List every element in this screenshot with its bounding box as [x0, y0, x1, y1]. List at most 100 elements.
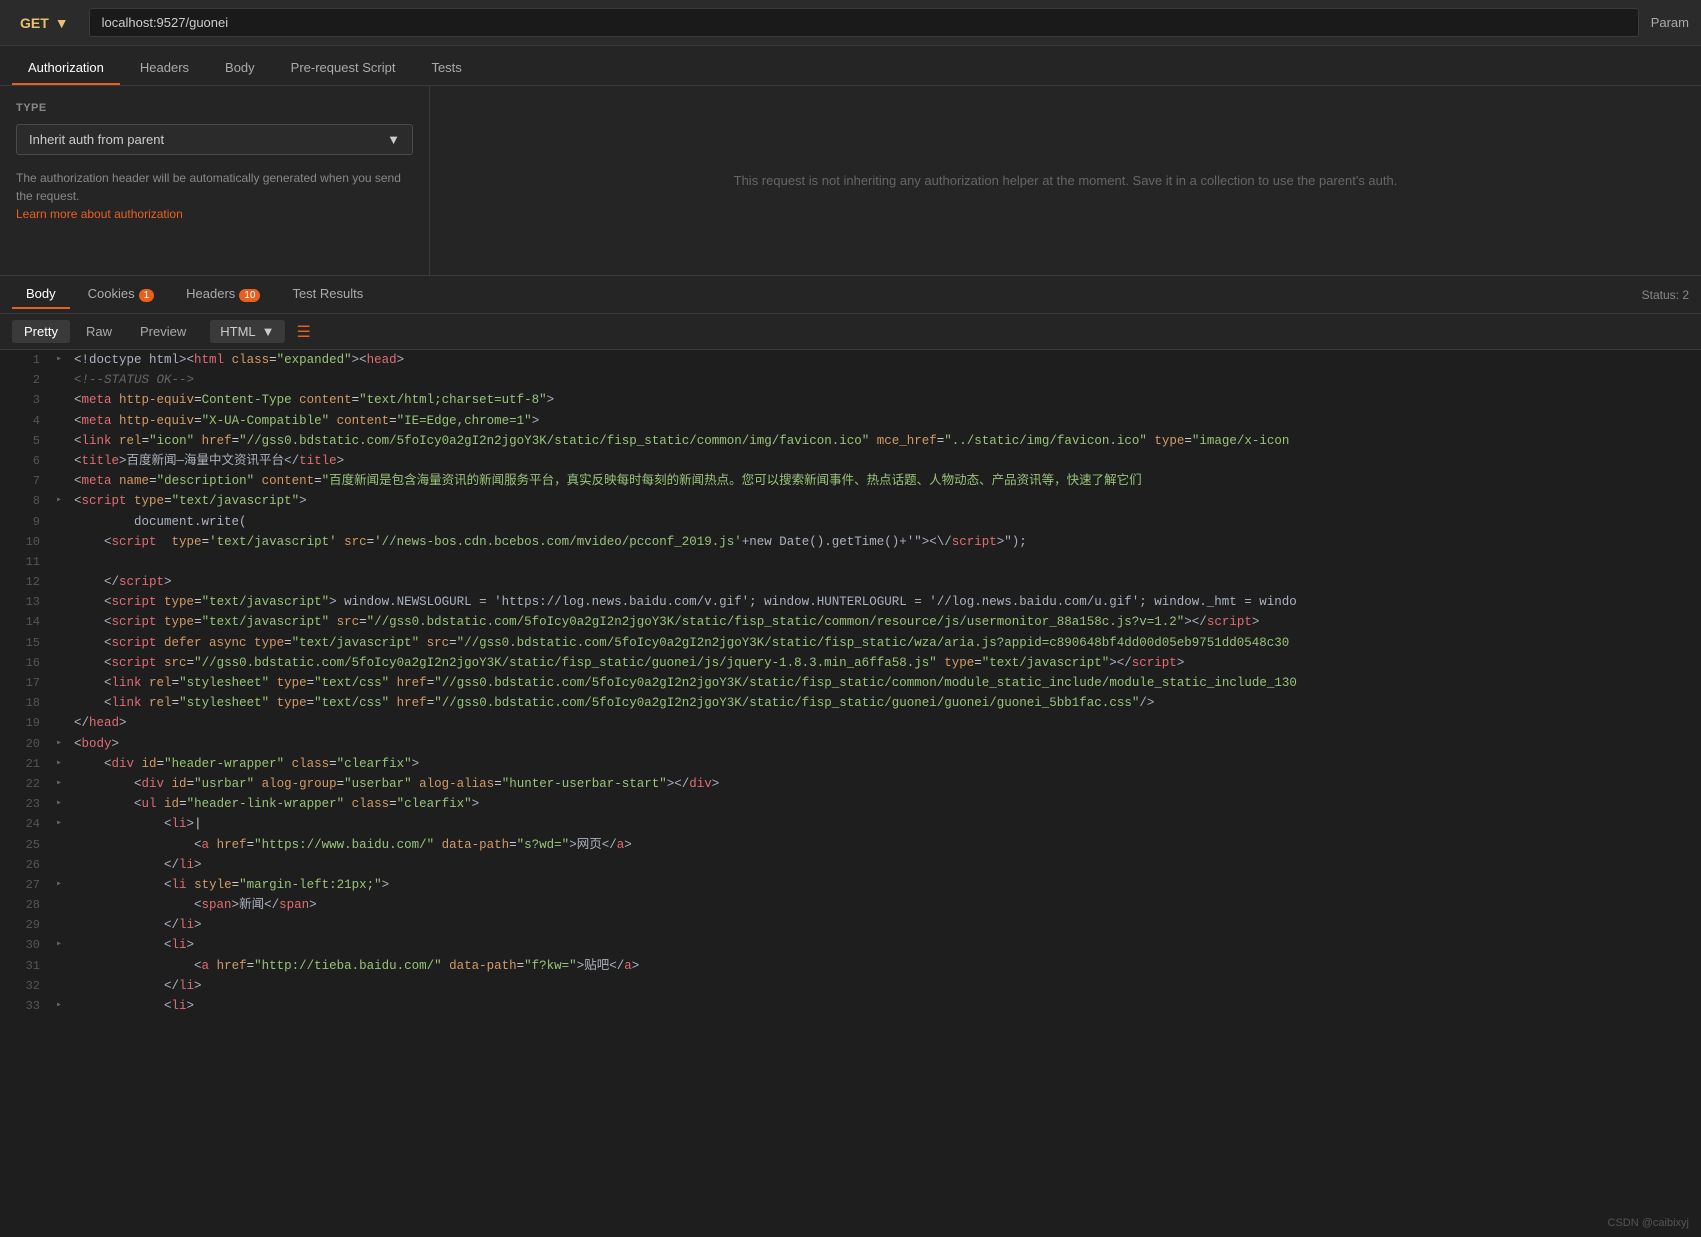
line-expand-icon[interactable]: ▸: [56, 350, 70, 368]
line-expand-icon: [56, 653, 70, 655]
line-number: 13: [8, 592, 40, 612]
code-line: 22▸ <div id="usrbar" alog-group="userbar…: [0, 774, 1701, 794]
line-expand-icon: [56, 451, 70, 453]
code-line: 26 </li>: [0, 855, 1701, 875]
line-content: <a href="http://tieba.baidu.com/" data-p…: [74, 956, 1701, 976]
line-number: 6: [8, 451, 40, 471]
line-expand-icon[interactable]: ▸: [56, 734, 70, 752]
line-expand-icon: [56, 532, 70, 534]
line-content: <!--STATUS OK-->: [74, 370, 1701, 390]
code-line: 19 </head>: [0, 713, 1701, 733]
tab-tests[interactable]: Tests: [415, 52, 477, 85]
line-expand-icon[interactable]: ▸: [56, 754, 70, 772]
method-selector[interactable]: GET ▼: [12, 11, 77, 35]
line-number: 27: [8, 875, 40, 895]
code-line: 2 <!--STATUS OK-->: [0, 370, 1701, 390]
line-number: 21: [8, 754, 40, 774]
code-line: 6 <title>百度新闻—海量中文资讯平台</title>: [0, 451, 1701, 471]
line-number: 10: [8, 532, 40, 552]
auth-section: TYPE Inherit auth from parent ▼ The auth…: [0, 86, 1701, 276]
code-line: 5 <link rel="icon" href="//gss0.bdstatic…: [0, 431, 1701, 451]
code-line: 32 </li>: [0, 976, 1701, 996]
code-line: 7 <meta name="description" content="百度新闻…: [0, 471, 1701, 491]
line-content: </li>: [74, 976, 1701, 996]
tab-body[interactable]: Body: [209, 52, 271, 85]
line-expand-icon: [56, 471, 70, 473]
line-expand-icon[interactable]: ▸: [56, 814, 70, 832]
line-expand-icon[interactable]: ▸: [56, 774, 70, 792]
line-content: <li>: [74, 935, 1701, 955]
code-tab-raw[interactable]: Raw: [74, 320, 124, 343]
line-content: </li>: [74, 855, 1701, 875]
line-expand-icon: [56, 693, 70, 695]
line-number: 32: [8, 976, 40, 996]
line-number: 24: [8, 814, 40, 834]
code-line: 16 <script src="//gss0.bdstatic.com/5foI…: [0, 653, 1701, 673]
resp-tab-headers[interactable]: Headers10: [172, 280, 274, 309]
response-section: Body Cookies1 Headers10 Test Results Sta…: [0, 276, 1701, 1016]
line-expand-icon: [56, 592, 70, 594]
line-number: 31: [8, 956, 40, 976]
code-line: 13 <script type="text/javascript"> windo…: [0, 592, 1701, 612]
line-content: <link rel="stylesheet" type="text/css" h…: [74, 673, 1701, 693]
response-tabs-bar: Body Cookies1 Headers10 Test Results Sta…: [0, 276, 1701, 314]
line-expand-icon[interactable]: ▸: [56, 491, 70, 509]
method-label: GET: [20, 15, 49, 31]
resp-tab-body[interactable]: Body: [12, 280, 70, 309]
line-content: <div id="header-wrapper" class="clearfix…: [74, 754, 1701, 774]
line-expand-icon: [56, 572, 70, 574]
line-content: <ul id="header-link-wrapper" class="clea…: [74, 794, 1701, 814]
line-number: 15: [8, 633, 40, 653]
line-content: <link rel="icon" href="//gss0.bdstatic.c…: [74, 431, 1701, 451]
url-input[interactable]: [89, 8, 1639, 37]
resp-tab-test-results[interactable]: Test Results: [278, 280, 377, 309]
line-content: <a href="https://www.baidu.com/" data-pa…: [74, 835, 1701, 855]
line-number: 28: [8, 895, 40, 915]
code-line: 25 <a href="https://www.baidu.com/" data…: [0, 835, 1701, 855]
line-expand-icon: [56, 612, 70, 614]
line-number: 23: [8, 794, 40, 814]
code-line: 9 document.write(: [0, 512, 1701, 532]
auth-type-dropdown[interactable]: Inherit auth from parent ▼: [16, 124, 413, 155]
resp-tab-cookies[interactable]: Cookies1: [74, 280, 169, 309]
line-expand-icon[interactable]: ▸: [56, 794, 70, 812]
format-selector[interactable]: HTML ▼: [210, 320, 284, 343]
line-content: <script type="text/javascript"> window.N…: [74, 592, 1701, 612]
line-expand-icon: [56, 633, 70, 635]
tab-headers[interactable]: Headers: [124, 52, 205, 85]
line-number: 17: [8, 673, 40, 693]
auth-desc-text: The authorization header will be automat…: [16, 171, 401, 203]
line-number: 16: [8, 653, 40, 673]
line-expand-icon[interactable]: ▸: [56, 935, 70, 953]
tab-pre-request[interactable]: Pre-request Script: [275, 52, 412, 85]
code-line: 4 <meta http-equiv="X-UA-Compatible" con…: [0, 411, 1701, 431]
code-line: 28 <span>新闻</span>: [0, 895, 1701, 915]
line-expand-icon: [56, 976, 70, 978]
code-line: 29 </li>: [0, 915, 1701, 935]
code-line: 12 </script>: [0, 572, 1701, 592]
code-line: 30▸ <li>: [0, 935, 1701, 955]
line-number: 19: [8, 713, 40, 733]
code-tab-preview[interactable]: Preview: [128, 320, 198, 343]
code-line: 18 <link rel="stylesheet" type="text/css…: [0, 693, 1701, 713]
code-area[interactable]: 1▸<!doctype html><html class="expanded">…: [0, 350, 1701, 1016]
line-content: <meta http-equiv="X-UA-Compatible" conte…: [74, 411, 1701, 431]
wrap-icon[interactable]: ☰: [297, 322, 311, 342]
code-line: 33▸ <li>: [0, 996, 1701, 1016]
line-expand-icon[interactable]: ▸: [56, 996, 70, 1014]
auth-left-panel: TYPE Inherit auth from parent ▼ The auth…: [0, 86, 430, 275]
auth-learn-more-link[interactable]: Learn more about authorization: [16, 207, 183, 221]
line-number: 22: [8, 774, 40, 794]
line-content: <script defer async type="text/javascrip…: [74, 633, 1701, 653]
code-controls: Pretty Raw Preview HTML ▼ ☰: [0, 314, 1701, 350]
line-content: <li style="margin-left:21px;">: [74, 875, 1701, 895]
line-expand-icon: [56, 915, 70, 917]
code-tab-pretty[interactable]: Pretty: [12, 320, 70, 343]
line-number: 12: [8, 572, 40, 592]
code-line: 31 <a href="http://tieba.baidu.com/" dat…: [0, 956, 1701, 976]
line-content: <meta http-equiv=Content-Type content="t…: [74, 390, 1701, 410]
line-expand-icon[interactable]: ▸: [56, 875, 70, 893]
line-content: </li>: [74, 915, 1701, 935]
line-expand-icon: [56, 673, 70, 675]
tab-authorization[interactable]: Authorization: [12, 52, 120, 85]
